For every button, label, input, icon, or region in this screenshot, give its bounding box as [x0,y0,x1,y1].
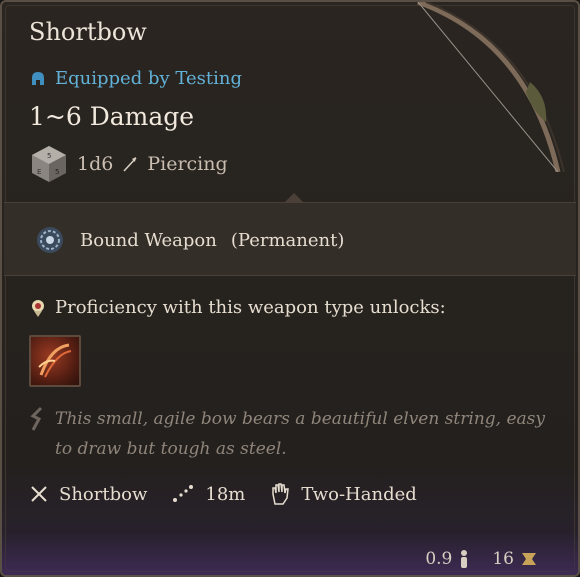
arrow-icon [123,157,137,172]
description-icon [30,406,43,431]
damage-value: 1~6 Damage [29,102,195,131]
weight-icon [461,550,468,568]
weapon-type-label: Shortbow [59,483,148,505]
crossed-weapons-icon [31,486,47,502]
description-row: This small, agile bow bears a beautiful … [29,404,549,464]
skill-icon[interactable] [29,335,81,387]
item-tooltip: Shortbow Equipped by Testing 1~6 Damage … [0,0,580,577]
bound-weapon-icon [37,227,63,253]
proficiency-text: Proficiency with this weapon type unlock… [55,297,446,318]
bound-weapon-row[interactable]: Bound Weapon (Permanent) [34,224,344,256]
proficiency-row: Proficiency with this weapon type unlock… [29,297,446,318]
weight-value: 0.9 [425,549,453,569]
bound-weapon-name: Bound Weapon [80,229,217,251]
value-icon [522,553,536,565]
handedness-label: Two-Handed [301,483,417,505]
weapon-range: 18m [171,484,245,505]
item-name: Shortbow [29,18,147,46]
description-text: This small, agile bow bears a beautiful … [55,409,545,459]
range-icon [173,485,194,502]
weapon-type: Shortbow [29,484,147,505]
damage-type: Piercing [147,153,228,175]
footer-stats: 0.9 16 [425,549,538,569]
weight-stat: 0.9 [425,549,470,569]
handedness: Two-Handed [269,482,417,506]
damage-dice-row: 5 E 5 1d6 Piercing [29,144,228,184]
gold-value: 16 [492,549,514,569]
range-label: 18m [205,483,246,505]
equipped-status: Equipped by Testing [29,68,242,89]
properties-row: Shortbow 18m Two-Handed [29,482,417,506]
dice-value: 1d6 [77,153,114,175]
skill-icon-art [38,343,72,378]
svg-text:E: E [37,168,41,176]
bow-artwork [417,2,565,172]
bound-weapon-duration: (Permanent) [230,229,345,251]
band-notch [285,193,303,202]
value-stat: 16 [492,549,538,569]
proficiency-icon [32,299,44,317]
svg-text:5: 5 [47,152,51,160]
equipped-label: Equipped by Testing [55,68,242,89]
dice-icon: 5 E 5 [32,146,66,182]
hand-icon [272,483,290,505]
helmet-icon [32,71,44,85]
svg-text:5: 5 [55,168,59,176]
